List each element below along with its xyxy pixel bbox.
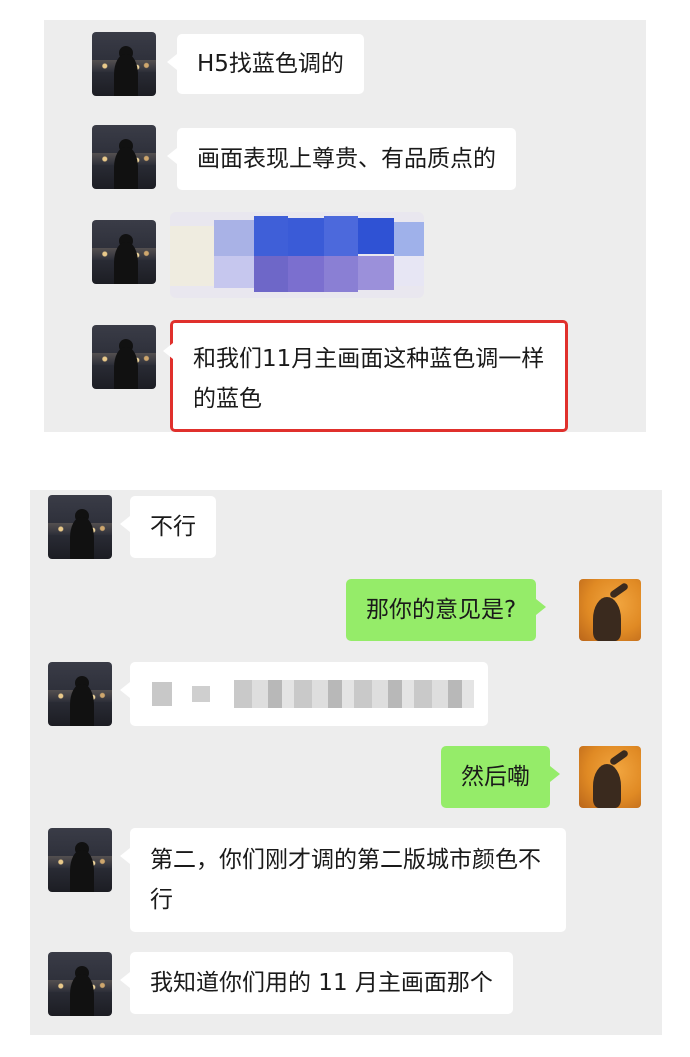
contact-avatar[interactable] <box>48 828 112 892</box>
contact-avatar[interactable] <box>48 662 112 726</box>
message-text: 和我们11月主画面这种蓝色调一样的蓝色 <box>193 346 545 412</box>
message-text: 不行 <box>150 514 196 540</box>
redacted-message-bubble[interactable] <box>120 662 488 726</box>
my-avatar[interactable] <box>579 579 641 641</box>
bottom-chat-panel: 不行 那你的意见是? 然后嘞 第二，你们刚才调的第二版城市颜色不行 我知道你们用… <box>30 490 662 1035</box>
message-text: 那你的意见是? <box>366 597 517 623</box>
pixelated-image-message[interactable] <box>170 212 424 298</box>
message-text: 我知道你们用的 11 月主画面那个 <box>150 970 493 996</box>
message-text: 然后嘞 <box>461 764 530 790</box>
message-bubble[interactable]: H5找蓝色调的 <box>167 34 364 94</box>
contact-avatar[interactable] <box>48 952 112 1016</box>
my-message-bubble[interactable]: 然后嘞 <box>441 746 560 808</box>
message-text: 画面表现上尊贵、有品质点的 <box>197 146 496 172</box>
my-avatar[interactable] <box>579 746 641 808</box>
contact-avatar[interactable] <box>92 220 156 284</box>
contact-avatar[interactable] <box>92 125 156 189</box>
contact-avatar[interactable] <box>48 495 112 559</box>
top-chat-panel: H5找蓝色调的 画面表现上尊贵、有品质点的 和我们11月主画面这种蓝色调一样的蓝… <box>44 20 646 432</box>
contact-avatar[interactable] <box>92 32 156 96</box>
my-message-bubble[interactable]: 那你的意见是? <box>346 579 547 641</box>
message-bubble[interactable]: 不行 <box>120 496 216 558</box>
message-text: 第二，你们刚才调的第二版城市颜色不行 <box>150 847 541 913</box>
highlighted-message-bubble[interactable]: 和我们11月主画面这种蓝色调一样的蓝色 <box>163 320 568 432</box>
contact-avatar[interactable] <box>92 325 156 389</box>
blur-block <box>234 680 474 708</box>
message-text: H5找蓝色调的 <box>197 51 344 77</box>
blur-block <box>152 682 172 706</box>
blur-block <box>192 686 210 702</box>
message-bubble[interactable]: 我知道你们用的 11 月主画面那个 <box>120 952 513 1014</box>
message-bubble[interactable]: 画面表现上尊贵、有品质点的 <box>167 128 516 190</box>
message-bubble[interactable]: 第二，你们刚才调的第二版城市颜色不行 <box>120 828 566 932</box>
